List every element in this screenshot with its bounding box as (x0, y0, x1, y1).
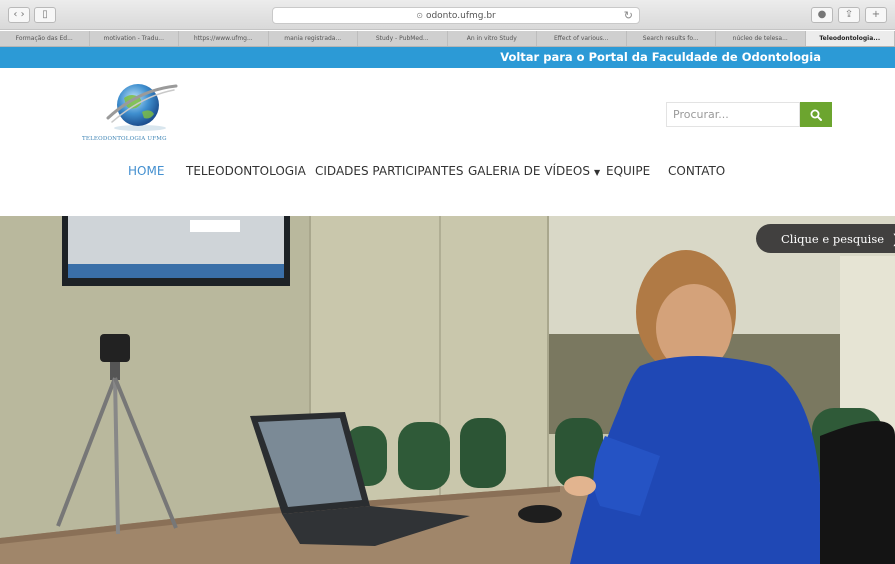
browser-tab[interactable]: motivation - Tradu... (90, 31, 179, 46)
caret-down-icon: ▼ (593, 168, 601, 177)
back-forward-button[interactable]: ‹ › (8, 7, 30, 23)
address-text: odonto.ufmg.br (425, 10, 496, 21)
download-icon: ● (817, 9, 827, 20)
menu-item-galeria-label: GALERIA DE VÍDEOS (468, 164, 590, 178)
browser-tab[interactable]: mania registrada... (269, 31, 358, 46)
browser-tab[interactable]: Study - PubMed... (358, 31, 448, 46)
browser-tab[interactable]: Effect of various... (537, 31, 627, 46)
reload-icon[interactable]: ↻ (624, 9, 633, 22)
share-button[interactable]: ⇪ (838, 7, 860, 23)
portal-link[interactable]: Voltar para o Portal da Faculdade de Odo… (500, 50, 821, 64)
downloads-button[interactable]: ● (811, 7, 833, 23)
browser-tab[interactable]: núcleo de telesa... (716, 31, 806, 46)
menu-item-contato[interactable]: CONTATO (668, 164, 725, 178)
search-input[interactable] (666, 102, 800, 127)
site-top-bar: Voltar para o Portal da Faculdade de Odo… (0, 47, 895, 68)
browser-nav-buttons: ‹ › ▯ (8, 7, 56, 23)
browser-tab[interactable]: Formação das Ed... (0, 31, 90, 46)
browser-tab[interactable]: Teleodontologia... (805, 31, 895, 46)
share-icon: ⇪ (844, 9, 854, 20)
search-button[interactable] (800, 102, 832, 127)
sidebar-toggle-button[interactable]: ▯ (34, 7, 56, 23)
browser-tab[interactable]: Search results fo... (627, 31, 716, 46)
chevron-left-right-icon: ‹ › (13, 9, 25, 20)
hero-photo (0, 216, 895, 564)
logo-text: TELEODONTOLOGIA UFMG (82, 136, 167, 142)
browser-tab-bar: Formação das Ed... motivation - Tradu... h… (0, 31, 895, 47)
search-icon (810, 109, 822, 121)
browser-tab[interactable]: https://www.ufmg... (179, 31, 269, 46)
menu-item-teleodontologia[interactable]: TELEODONTOLOGIA (186, 164, 306, 178)
sidebar-icon: ▯ (42, 9, 48, 20)
browser-toolbar: ‹ › ▯ ⊙ odonto.ufmg.br ↻ ● ⇪ + (0, 0, 895, 30)
menu-item-home[interactable]: HOME (128, 164, 164, 178)
cta-label: Clique e pesquise (781, 231, 885, 246)
page: ‹ › ▯ ⊙ odonto.ufmg.br ↻ ● ⇪ + Formação … (0, 0, 895, 564)
lock-icon: ⊙ (416, 11, 423, 20)
hero-slideshow[interactable]: Clique e pesquise❯ (0, 216, 895, 564)
new-tab-button[interactable]: + (865, 7, 887, 23)
address-bar[interactable]: ⊙ odonto.ufmg.br ↻ (272, 7, 640, 24)
menu-item-equipe[interactable]: EQUIPE (606, 164, 650, 178)
menu-item-cidades-participantes[interactable]: CIDADES PARTICIPANTES (315, 164, 464, 178)
browser-right-buttons: ● ⇪ + (811, 7, 887, 23)
search-cta-button[interactable]: Clique e pesquise❯ (756, 224, 895, 253)
menu-item-galeria-de-videos[interactable]: GALERIA DE VÍDEOS ▼ (468, 164, 600, 178)
main-menu: HOME TELEODONTOLOGIA CIDADES PARTICIPANT… (0, 164, 895, 184)
plus-icon: + (871, 9, 881, 20)
browser-tab[interactable]: An in vitro Study (448, 31, 537, 46)
